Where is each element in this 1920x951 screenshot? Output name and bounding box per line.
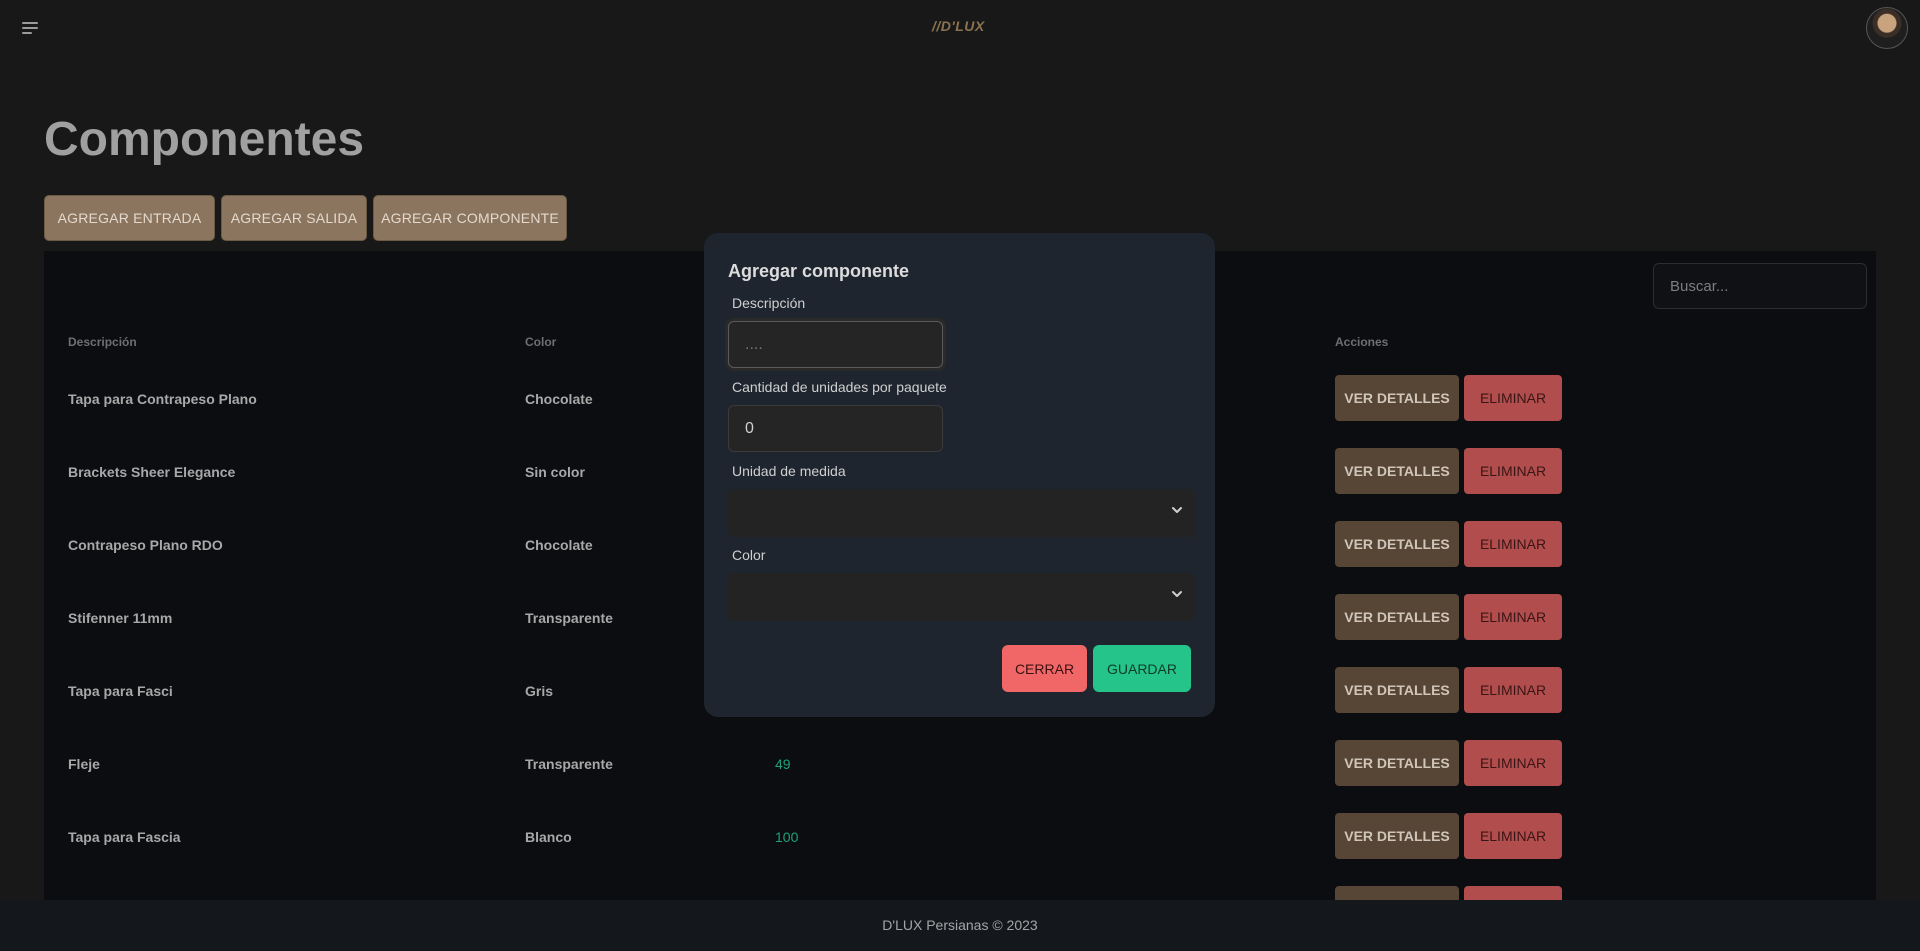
chevron-down-icon (1172, 591, 1182, 597)
color-label: Color (732, 547, 766, 563)
close-button[interactable]: CERRAR (1002, 645, 1087, 692)
save-button[interactable]: GUARDAR (1093, 645, 1191, 692)
unit-of-measure-label: Unidad de medida (732, 463, 846, 479)
unit-of-measure-select[interactable] (728, 489, 1195, 537)
modal-title: Agregar componente (728, 261, 910, 281)
description-input[interactable] (728, 321, 943, 368)
add-component-modal: Agregar componente Descripción Cantidad … (704, 233, 1215, 717)
chevron-down-icon (1172, 507, 1182, 513)
footer: D'LUX Persianas © 2023 (0, 900, 1920, 951)
units-per-package-label: Cantidad de unidades por paquete (732, 379, 947, 395)
footer-text: D'LUX Persianas © 2023 (882, 917, 1038, 933)
color-select[interactable] (728, 573, 1195, 621)
description-label: Descripción (732, 295, 806, 311)
units-per-package-input[interactable] (728, 405, 943, 452)
